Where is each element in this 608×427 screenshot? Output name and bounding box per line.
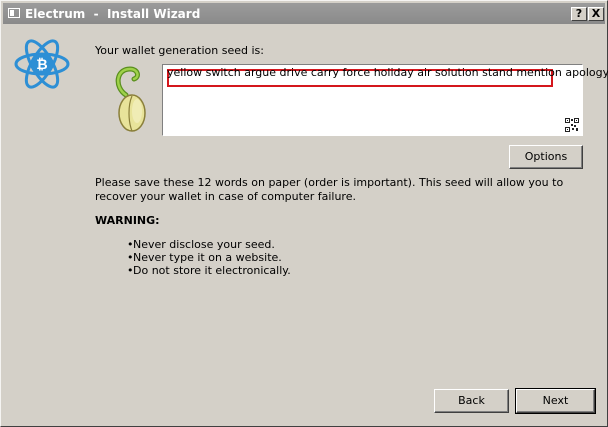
warning-item: •Do not store it electronically. [127,264,291,277]
warning-item: •Never type it on a website. [127,251,291,264]
warning-item-text: Do not store it electronically. [133,264,291,277]
qr-code-icon[interactable] [565,118,579,132]
seed-prompt-label: Your wallet generation seed is: [95,44,264,57]
sprouting-seed-icon [115,66,146,132]
back-button[interactable]: Back [434,389,509,413]
warning-list: •Never disclose your seed. •Never type i… [127,238,291,277]
window-app-icon [8,8,20,18]
warning-item: •Never disclose your seed. [127,238,291,251]
seed-text-area[interactable]: yellow switch argue drive carry force ho… [162,64,608,136]
warning-item-text: Never type it on a website. [133,251,282,264]
title-bar[interactable]: Electrum - Install Wizard ? X [3,3,605,24]
seed-words: yellow switch argue drive carry force ho… [167,66,608,79]
next-button[interactable]: Next [515,388,596,414]
seed-instruction-text: Please save these 12 words on paper (ord… [95,176,564,203]
help-button[interactable]: ? [571,7,587,21]
options-button[interactable]: Options [509,145,583,169]
window-title: Electrum - Install Wizard [25,7,201,21]
svg-text:₿: ₿ [36,57,47,73]
install-wizard-window: Electrum - Install Wizard ? X ₿ Your wal… [0,0,608,427]
warning-item-text: Never disclose your seed. [133,238,275,251]
close-button[interactable]: X [588,7,604,21]
electrum-logo-icon: ₿ [14,39,70,89]
warning-heading: WARNING: [95,214,160,227]
